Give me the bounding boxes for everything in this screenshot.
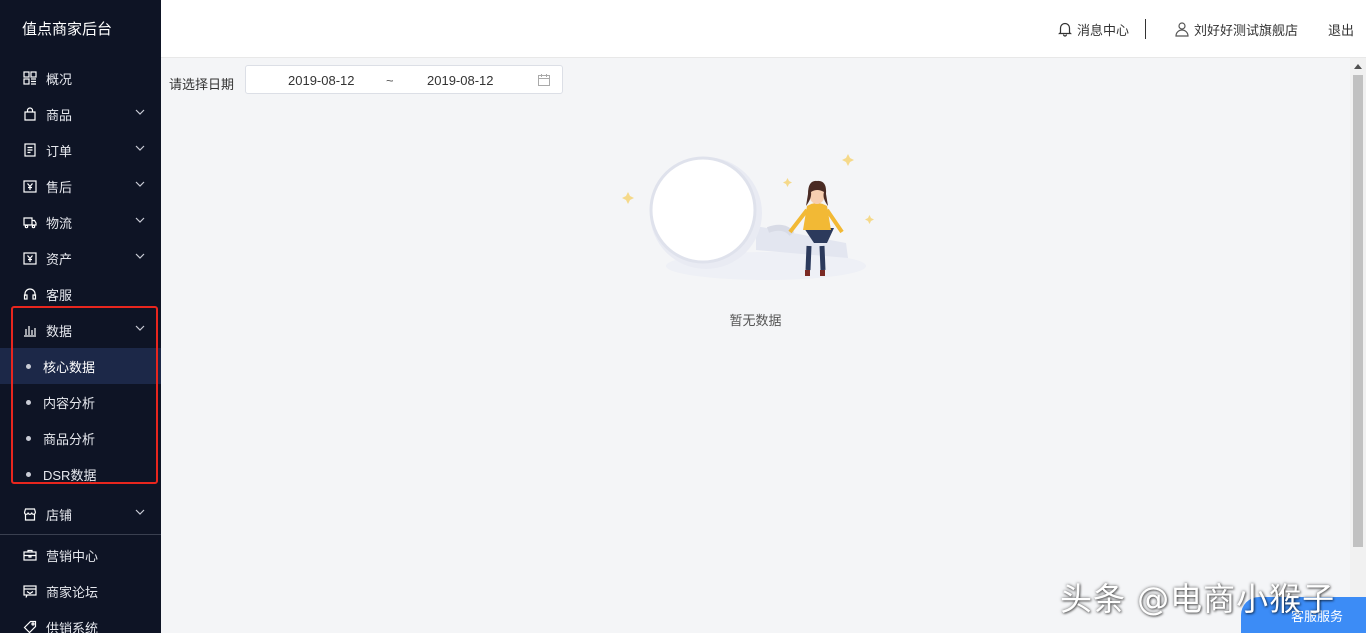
bullet-icon [26,472,31,477]
truck-icon [22,214,38,230]
yen-box-icon [22,178,38,194]
nav-marketing-label: 营销中心 [46,548,99,564]
logout-link[interactable]: 退出 [1328,20,1354,39]
date-start-value[interactable]: 2019-08-12 [288,73,355,88]
vertical-scrollbar[interactable] [1350,58,1366,633]
sidebar-divider [0,534,161,535]
nav-sub-goods-analysis[interactable]: 商品分析 [0,420,161,456]
nav-overview-label: 概况 [46,71,73,87]
nav-service-label: 客服 [46,287,73,303]
nav-sub-core-data[interactable]: 核心数据 [0,348,161,384]
topbar-divider [1144,19,1146,39]
nav-assets[interactable]: 资产 [0,240,161,276]
chevron-down-icon [135,509,145,515]
nav-logistics[interactable]: 物流 [0,204,161,240]
grid-icon [22,70,38,86]
chevron-down-icon [135,181,145,187]
nav-goods-label: 商品 [46,107,73,123]
nav-sub-label: 内容分析 [43,395,96,411]
nav-sub-content-analysis[interactable]: 内容分析 [0,384,161,420]
nav-assets-label: 资产 [46,251,73,267]
nav-supply-label: 供销系统 [46,620,99,633]
forum-icon [22,583,38,599]
brand-title: 值点商家后台 [22,21,113,38]
nav-aftersale-label: 售后 [46,179,73,195]
top-bar: 消息中心 刘好好测试旗舰店 退出 [161,0,1366,58]
headset-icon [22,286,38,302]
user-name: 刘好好测试旗舰店 [1193,22,1298,38]
briefcase-icon [22,547,38,563]
bullet-icon [26,436,31,441]
nav-forum-label: 商家论坛 [46,584,99,600]
nav-shop-label: 店铺 [46,507,73,523]
main-content: 请选择日期 2019-08-12 ~ 2019-08-12 暂无数据 [161,58,1350,633]
nav-marketing[interactable]: 营销中心 [0,537,161,573]
message-center-label: 消息中心 [1076,22,1129,38]
scroll-up-arrow-icon[interactable] [1354,64,1362,69]
customer-service-label: 客服服务 [1291,608,1344,624]
tag-icon [22,619,38,633]
empty-state-text: 暂无数据 [729,313,782,328]
nav-service[interactable]: 客服 [0,276,161,312]
chevron-up-icon [135,325,145,331]
nav-overview[interactable]: 概况 [0,60,161,96]
nav-orders-label: 订单 [46,143,73,159]
date-end-value[interactable]: 2019-08-12 [427,73,494,88]
chevron-down-icon [135,109,145,115]
bullet-icon [26,400,31,405]
nav-shop[interactable]: 店铺 [0,496,161,532]
yen-box-icon [22,250,38,266]
user-menu[interactable]: 刘好好测试旗舰店 [1174,20,1298,39]
nav-sub-label: 核心数据 [43,359,96,375]
nav-logistics-label: 物流 [46,215,73,231]
nav-goods[interactable]: 商品 [0,96,161,132]
nav-aftersale[interactable]: 售后 [0,168,161,204]
bullet-icon [26,364,31,369]
date-range-separator: ~ [386,73,394,88]
sidebar: 值点商家后台 概况 商品 订单 售后 物流 资产 客服 数据 核心数据 内容分析… [0,0,161,633]
user-icon [1175,22,1189,37]
nav-forum[interactable]: 商家论坛 [0,573,161,609]
nav-data-label: 数据 [46,323,73,339]
chevron-down-icon [135,253,145,259]
bar-chart-icon [22,322,38,338]
empty-state-illustration [622,154,874,280]
nav-sub-label: DSR数据 [43,467,97,483]
calendar-icon [538,74,550,86]
nav-orders[interactable]: 订单 [0,132,161,168]
message-center-link[interactable]: 消息中心 [1057,20,1129,39]
shop-icon [22,506,38,522]
nav-data[interactable]: 数据 [0,312,161,348]
nav-sub-dsr-data[interactable]: DSR数据 [0,456,161,492]
bell-icon [1058,22,1072,37]
bag-icon [22,106,38,122]
customer-service-button[interactable]: 客服服务 [1241,597,1366,633]
nav-sub-label: 商品分析 [43,431,96,447]
nav-supply[interactable]: 供销系统 [0,609,161,633]
chevron-down-icon [135,217,145,223]
date-filter-label: 请选择日期 [169,77,235,92]
chevron-down-icon [135,145,145,151]
scroll-thumb[interactable] [1353,75,1363,547]
document-icon [22,142,38,158]
date-range-picker[interactable]: 2019-08-12 ~ 2019-08-12 [245,65,563,94]
